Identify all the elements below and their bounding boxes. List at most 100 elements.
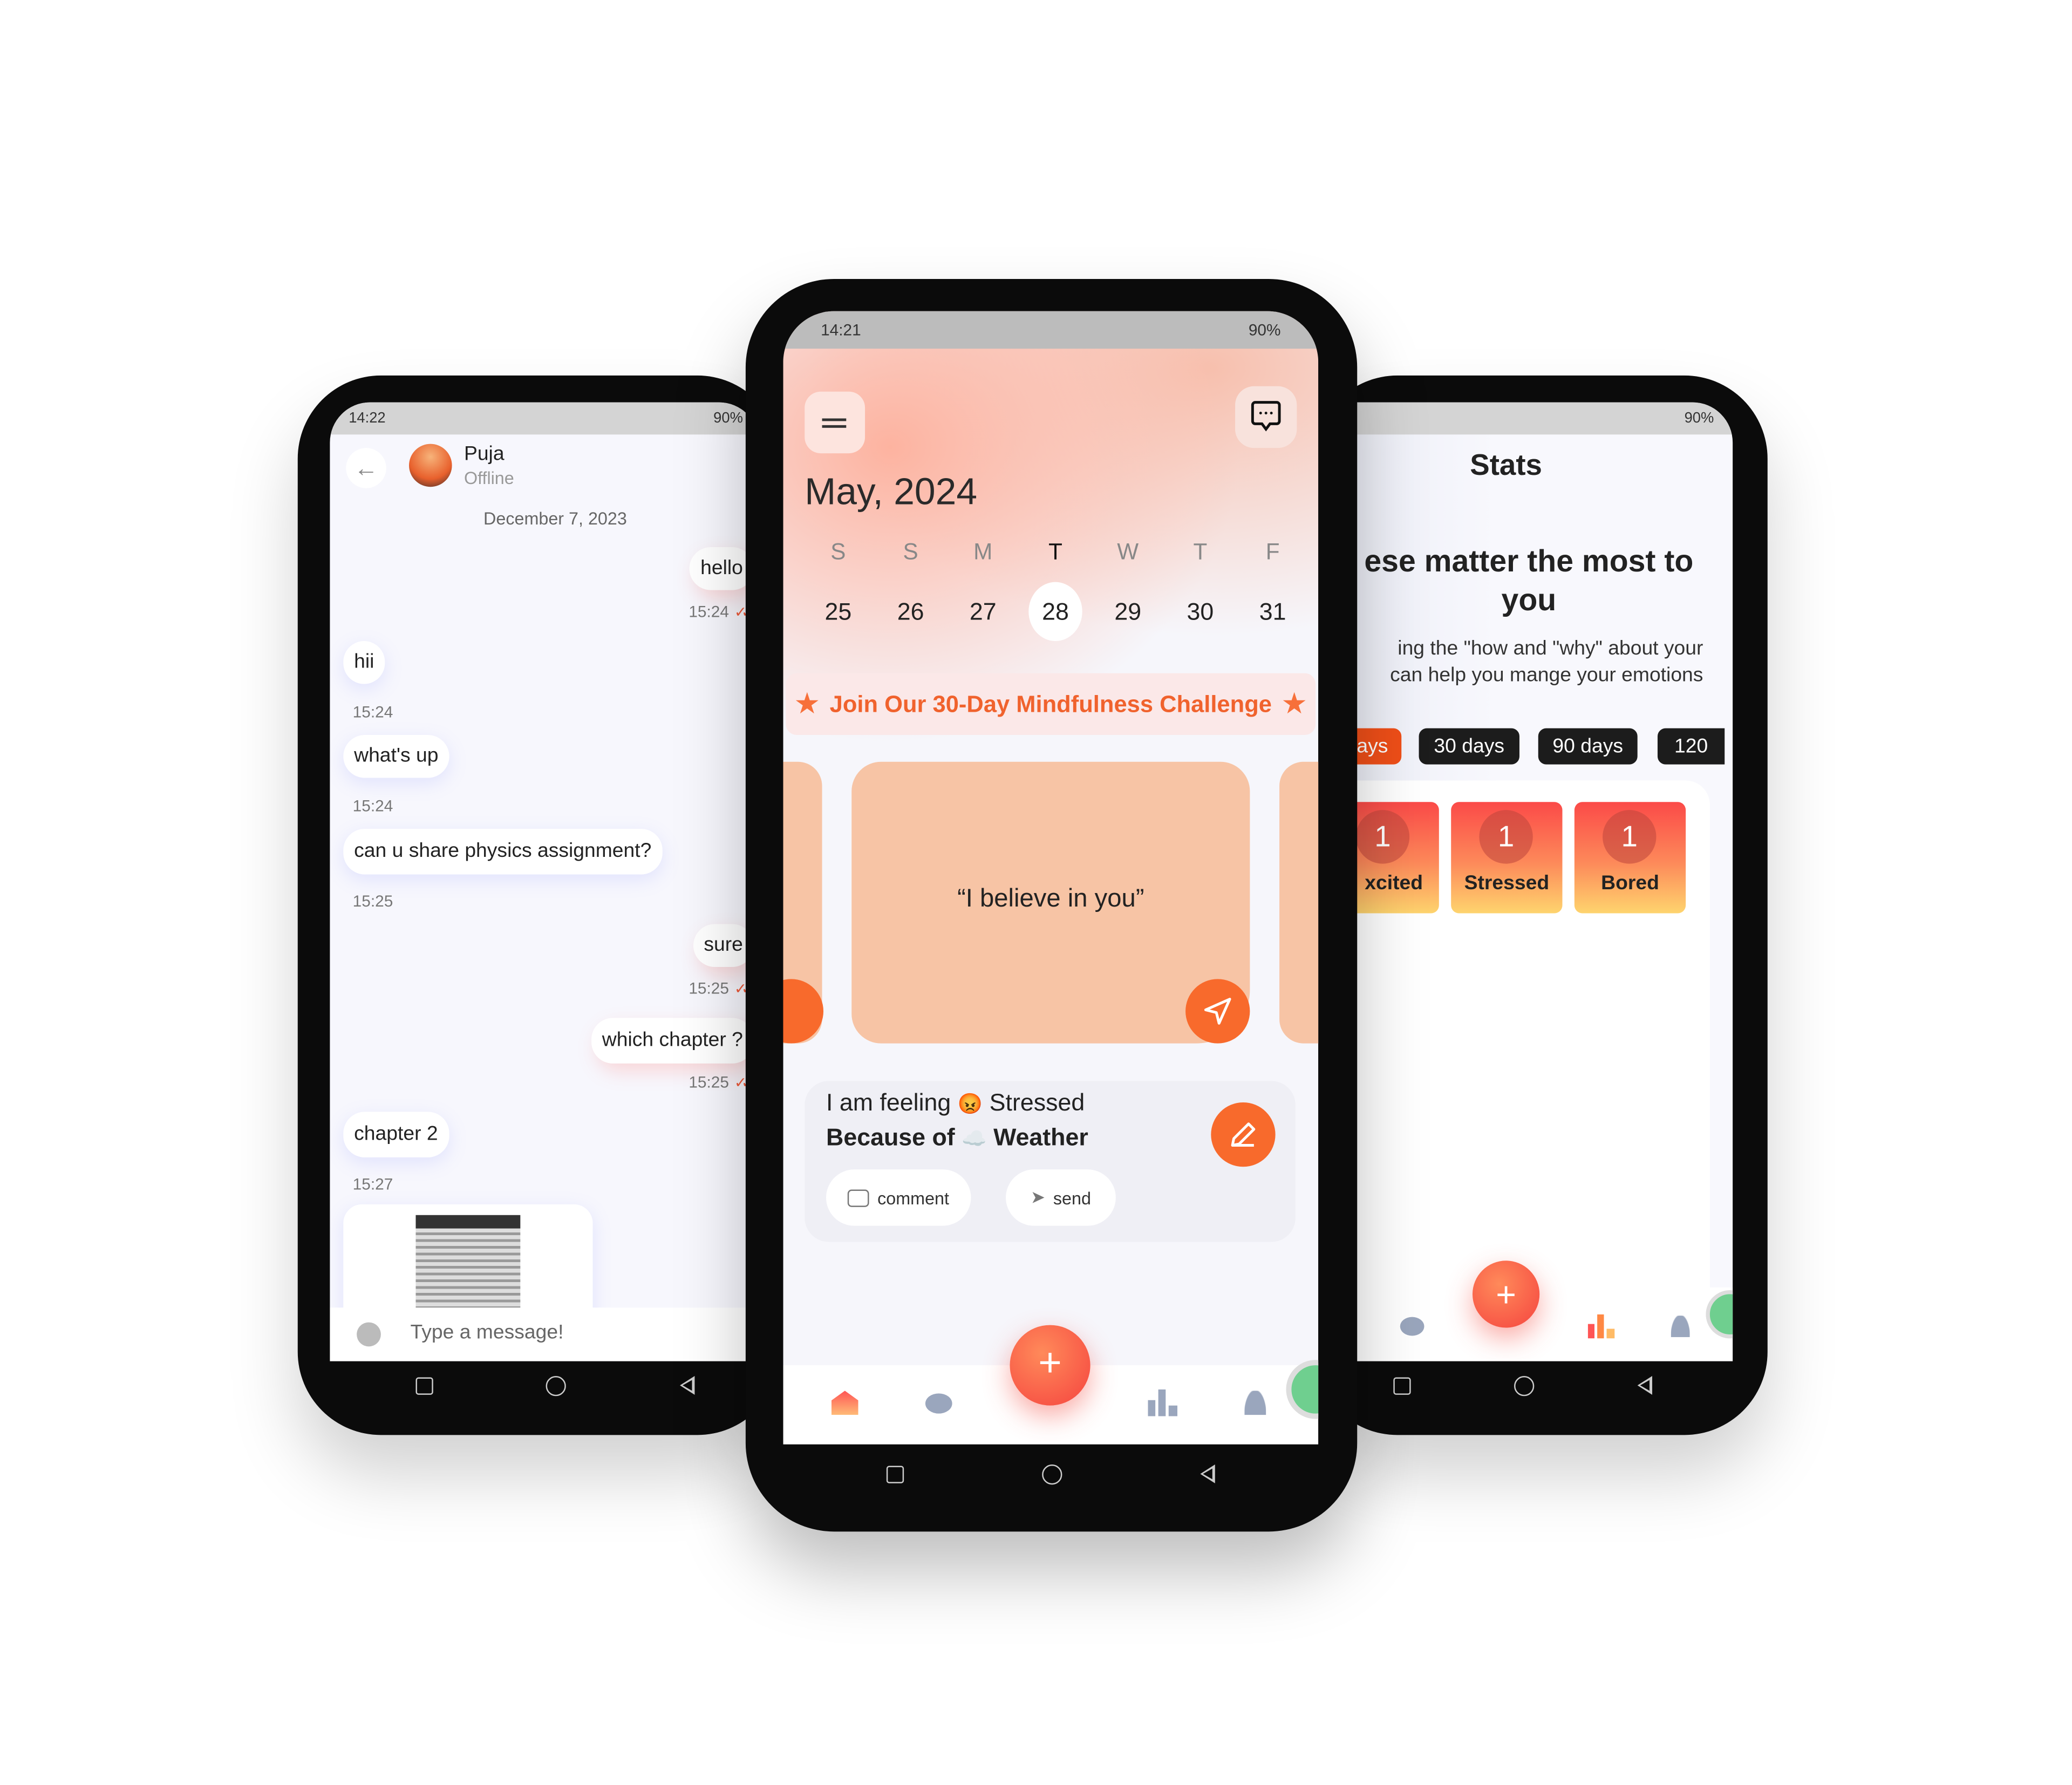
status-time: 14:22: [349, 410, 386, 427]
back-nav-button[interactable]: [1637, 1376, 1652, 1395]
weekday-label: W: [1117, 539, 1139, 565]
recents-button[interactable]: [887, 1465, 904, 1483]
image-thumbnail: [415, 1215, 521, 1309]
paper-plane-icon: ➤: [1030, 1187, 1045, 1207]
message-bubble[interactable]: sure: [693, 924, 754, 967]
message-bubble[interactable]: hello: [690, 547, 754, 590]
message-bubble[interactable]: which chapter ?: [591, 1018, 754, 1064]
message-time: 15:25 ✓✓: [689, 1073, 754, 1092]
message-time: 15:25 ✓✓: [689, 979, 754, 998]
comment-icon: [848, 1189, 870, 1207]
chat-bubble-icon: [1251, 401, 1281, 432]
status-bar: 14:22 90%: [330, 402, 759, 435]
feeling-card: I am feeling 😡 Stressed Because of ☁️ We…: [805, 1081, 1296, 1242]
emotion-tile[interactable]: 1 Stressed: [1451, 802, 1563, 914]
date-cell[interactable]: 25: [812, 585, 865, 638]
message-input[interactable]: Type a message!: [411, 1321, 564, 1344]
contact-name: Puja: [464, 442, 505, 466]
date-cell-selected[interactable]: 28: [1028, 582, 1082, 642]
back-nav-button[interactable]: [1199, 1464, 1215, 1483]
paper-plane-icon: [1204, 998, 1231, 1025]
date-cell[interactable]: 30: [1174, 585, 1227, 638]
status-bar: 14:21 90%: [783, 311, 1319, 349]
arrow-left-icon: ←: [354, 454, 378, 482]
comment-label: comment: [877, 1187, 950, 1208]
feeling-mood: Stressed: [989, 1089, 1085, 1116]
date-cell[interactable]: 27: [956, 585, 1010, 638]
image-message[interactable]: [343, 1204, 593, 1325]
message-bubble[interactable]: can u share physics assignment?: [343, 828, 663, 875]
emotion-count: 1: [1603, 810, 1657, 864]
month-title: May, 2024: [805, 471, 978, 513]
message-bubble[interactable]: hii: [343, 641, 385, 684]
menu-icon: [822, 418, 847, 421]
message-time: 15:24: [352, 796, 393, 816]
weekday-label: T: [1193, 539, 1208, 565]
nav-profile-icon[interactable]: [1244, 1391, 1266, 1415]
cause-value: Weather: [993, 1123, 1088, 1151]
mockup-stage: 14:22 90% ← Puja Offline December 7, 202…: [0, 0, 2072, 1785]
nav-chat-icon[interactable]: [1400, 1317, 1424, 1336]
send-button[interactable]: ➤ send: [1006, 1169, 1116, 1226]
stats-heading: ese matter the most to you: [1364, 543, 1694, 617]
add-mood-button[interactable]: +: [1010, 1325, 1090, 1406]
menu-button[interactable]: [805, 391, 865, 454]
feeling-line: I am feeling 😡 Stressed: [826, 1089, 1085, 1117]
message-bubble[interactable]: chapter 2: [343, 1112, 449, 1157]
home-button[interactable]: [1513, 1375, 1534, 1396]
nav-chat-icon[interactable]: [925, 1393, 952, 1414]
star-icon: ★: [794, 686, 821, 720]
chat-date: December 7, 2023: [483, 508, 627, 529]
home-button[interactable]: [546, 1375, 567, 1396]
cause-line: Because of ☁️ Weather: [826, 1124, 1088, 1152]
avatar[interactable]: [409, 444, 452, 487]
home-screen: 14:21 90% May, 2024 S S M T W T F 25 26 …: [783, 311, 1319, 1445]
pencil-icon: [1231, 1122, 1256, 1147]
challenge-text: Join Our 30-Day Mindfulness Challenge: [829, 690, 1272, 717]
message-bubble[interactable]: what's up: [343, 734, 449, 778]
back-button[interactable]: ←: [346, 448, 386, 488]
range-chip[interactable]: 90 days: [1538, 728, 1638, 765]
comment-button[interactable]: comment: [826, 1169, 971, 1226]
angry-emoji-icon: 😡: [957, 1093, 983, 1116]
weekday-label: S: [903, 539, 918, 565]
left-nav-buttons: [359, 1371, 751, 1400]
date-cell[interactable]: 26: [884, 585, 937, 638]
send-quote-button[interactable]: [1185, 979, 1250, 1044]
edit-feeling-button[interactable]: [1211, 1102, 1276, 1167]
date-cell[interactable]: 29: [1101, 585, 1155, 638]
send-label: send: [1053, 1187, 1091, 1208]
emotion-count: 1: [1479, 810, 1533, 864]
right-nav-buttons: [1341, 1371, 1703, 1400]
emoji-icon[interactable]: [357, 1322, 381, 1347]
star-icon: ★: [1281, 686, 1308, 720]
cloud-icon: ☁️: [962, 1128, 987, 1151]
nav-profile-icon[interactable]: [1671, 1316, 1690, 1337]
message-input-bar[interactable]: Type a message!: [330, 1307, 759, 1361]
recents-button[interactable]: [415, 1377, 434, 1394]
back-nav-button[interactable]: [679, 1376, 694, 1395]
weekday-label: F: [1265, 539, 1280, 565]
center-nav-buttons: [818, 1459, 1283, 1489]
challenge-banner[interactable]: ★ Join Our 30-Day Mindfulness Challenge …: [786, 673, 1316, 735]
emotion-tile[interactable]: 1 Bored: [1574, 802, 1686, 914]
stats-subtitle-2: can help you mange your emotions: [1390, 664, 1703, 687]
message-time: 15:24 ✓✓: [689, 602, 754, 621]
recents-button[interactable]: [1393, 1377, 1410, 1394]
home-button[interactable]: [1042, 1463, 1062, 1484]
stats-screen: 90% Stats ese matter the most to you ing…: [1341, 402, 1733, 1361]
quote-card-next[interactable]: [1279, 761, 1319, 1044]
weekday-label: S: [830, 539, 846, 565]
message-time: 15:27: [352, 1175, 393, 1194]
stats-subtitle-1: ing the "how and "why" about your: [1398, 637, 1703, 660]
emotion-count: 1: [1355, 810, 1410, 864]
range-chip[interactable]: 30 days: [1419, 728, 1519, 765]
status-time: 14:21: [821, 321, 861, 339]
chat-screen: 14:22 90% ← Puja Offline December 7, 202…: [330, 402, 759, 1361]
messages-button[interactable]: [1235, 386, 1297, 448]
date-cell[interactable]: 31: [1246, 585, 1299, 638]
add-mood-button[interactable]: +: [1472, 1261, 1540, 1328]
contact-status: Offline: [464, 468, 514, 488]
range-chip[interactable]: 120: [1657, 728, 1725, 765]
feeling-prefix: I am feeling: [826, 1089, 951, 1116]
